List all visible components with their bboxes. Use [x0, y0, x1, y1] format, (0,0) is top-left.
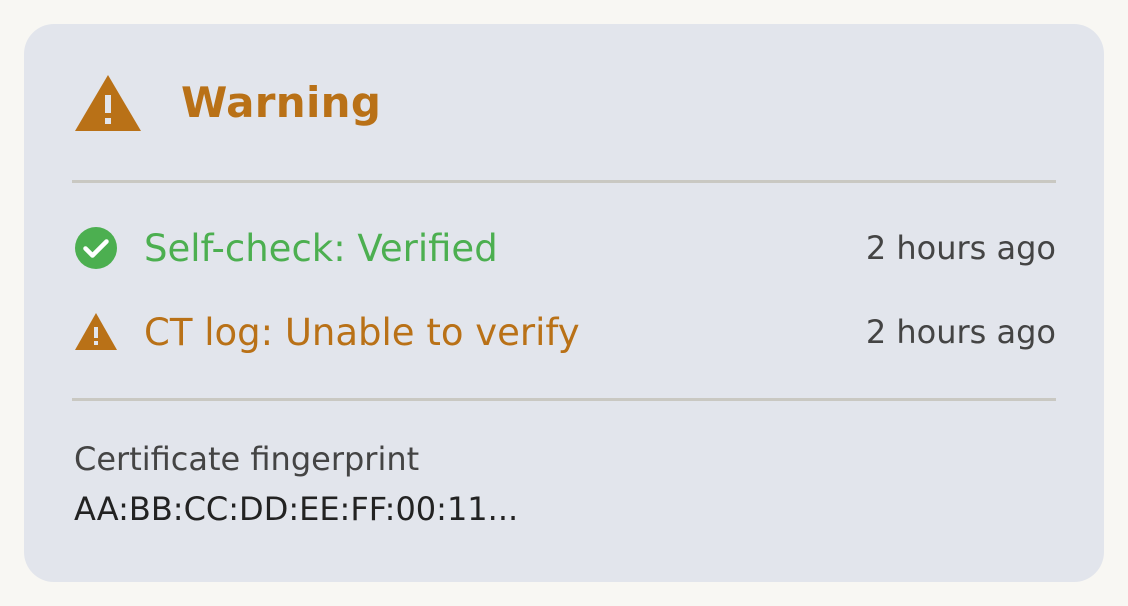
status-label: CT log: Unable to verify — [144, 310, 580, 354]
status-timestamp: 2 hours ago — [865, 313, 1056, 351]
divider — [72, 180, 1056, 183]
warning-triangle-icon — [74, 73, 142, 133]
status-row-ct-log: CT log: Unable to verify 2 hours ago — [74, 302, 1056, 362]
card-title: Warning — [181, 78, 382, 127]
divider — [72, 398, 1056, 401]
check-circle-icon — [74, 226, 118, 270]
fingerprint-value: AA:BB:CC:DD:EE:FF:00:11... — [74, 490, 519, 528]
certificate-status-card: Warning Self-check: Verified 2 hours ago… — [24, 24, 1104, 582]
status-timestamp: 2 hours ago — [865, 229, 1056, 267]
status-label: Self-check: Verified — [144, 226, 498, 270]
status-row-self-check: Self-check: Verified 2 hours ago — [74, 218, 1056, 278]
warning-triangle-icon — [74, 310, 118, 354]
fingerprint-label: Certificate fingerprint — [74, 440, 420, 478]
card-header: Warning — [74, 24, 1058, 182]
